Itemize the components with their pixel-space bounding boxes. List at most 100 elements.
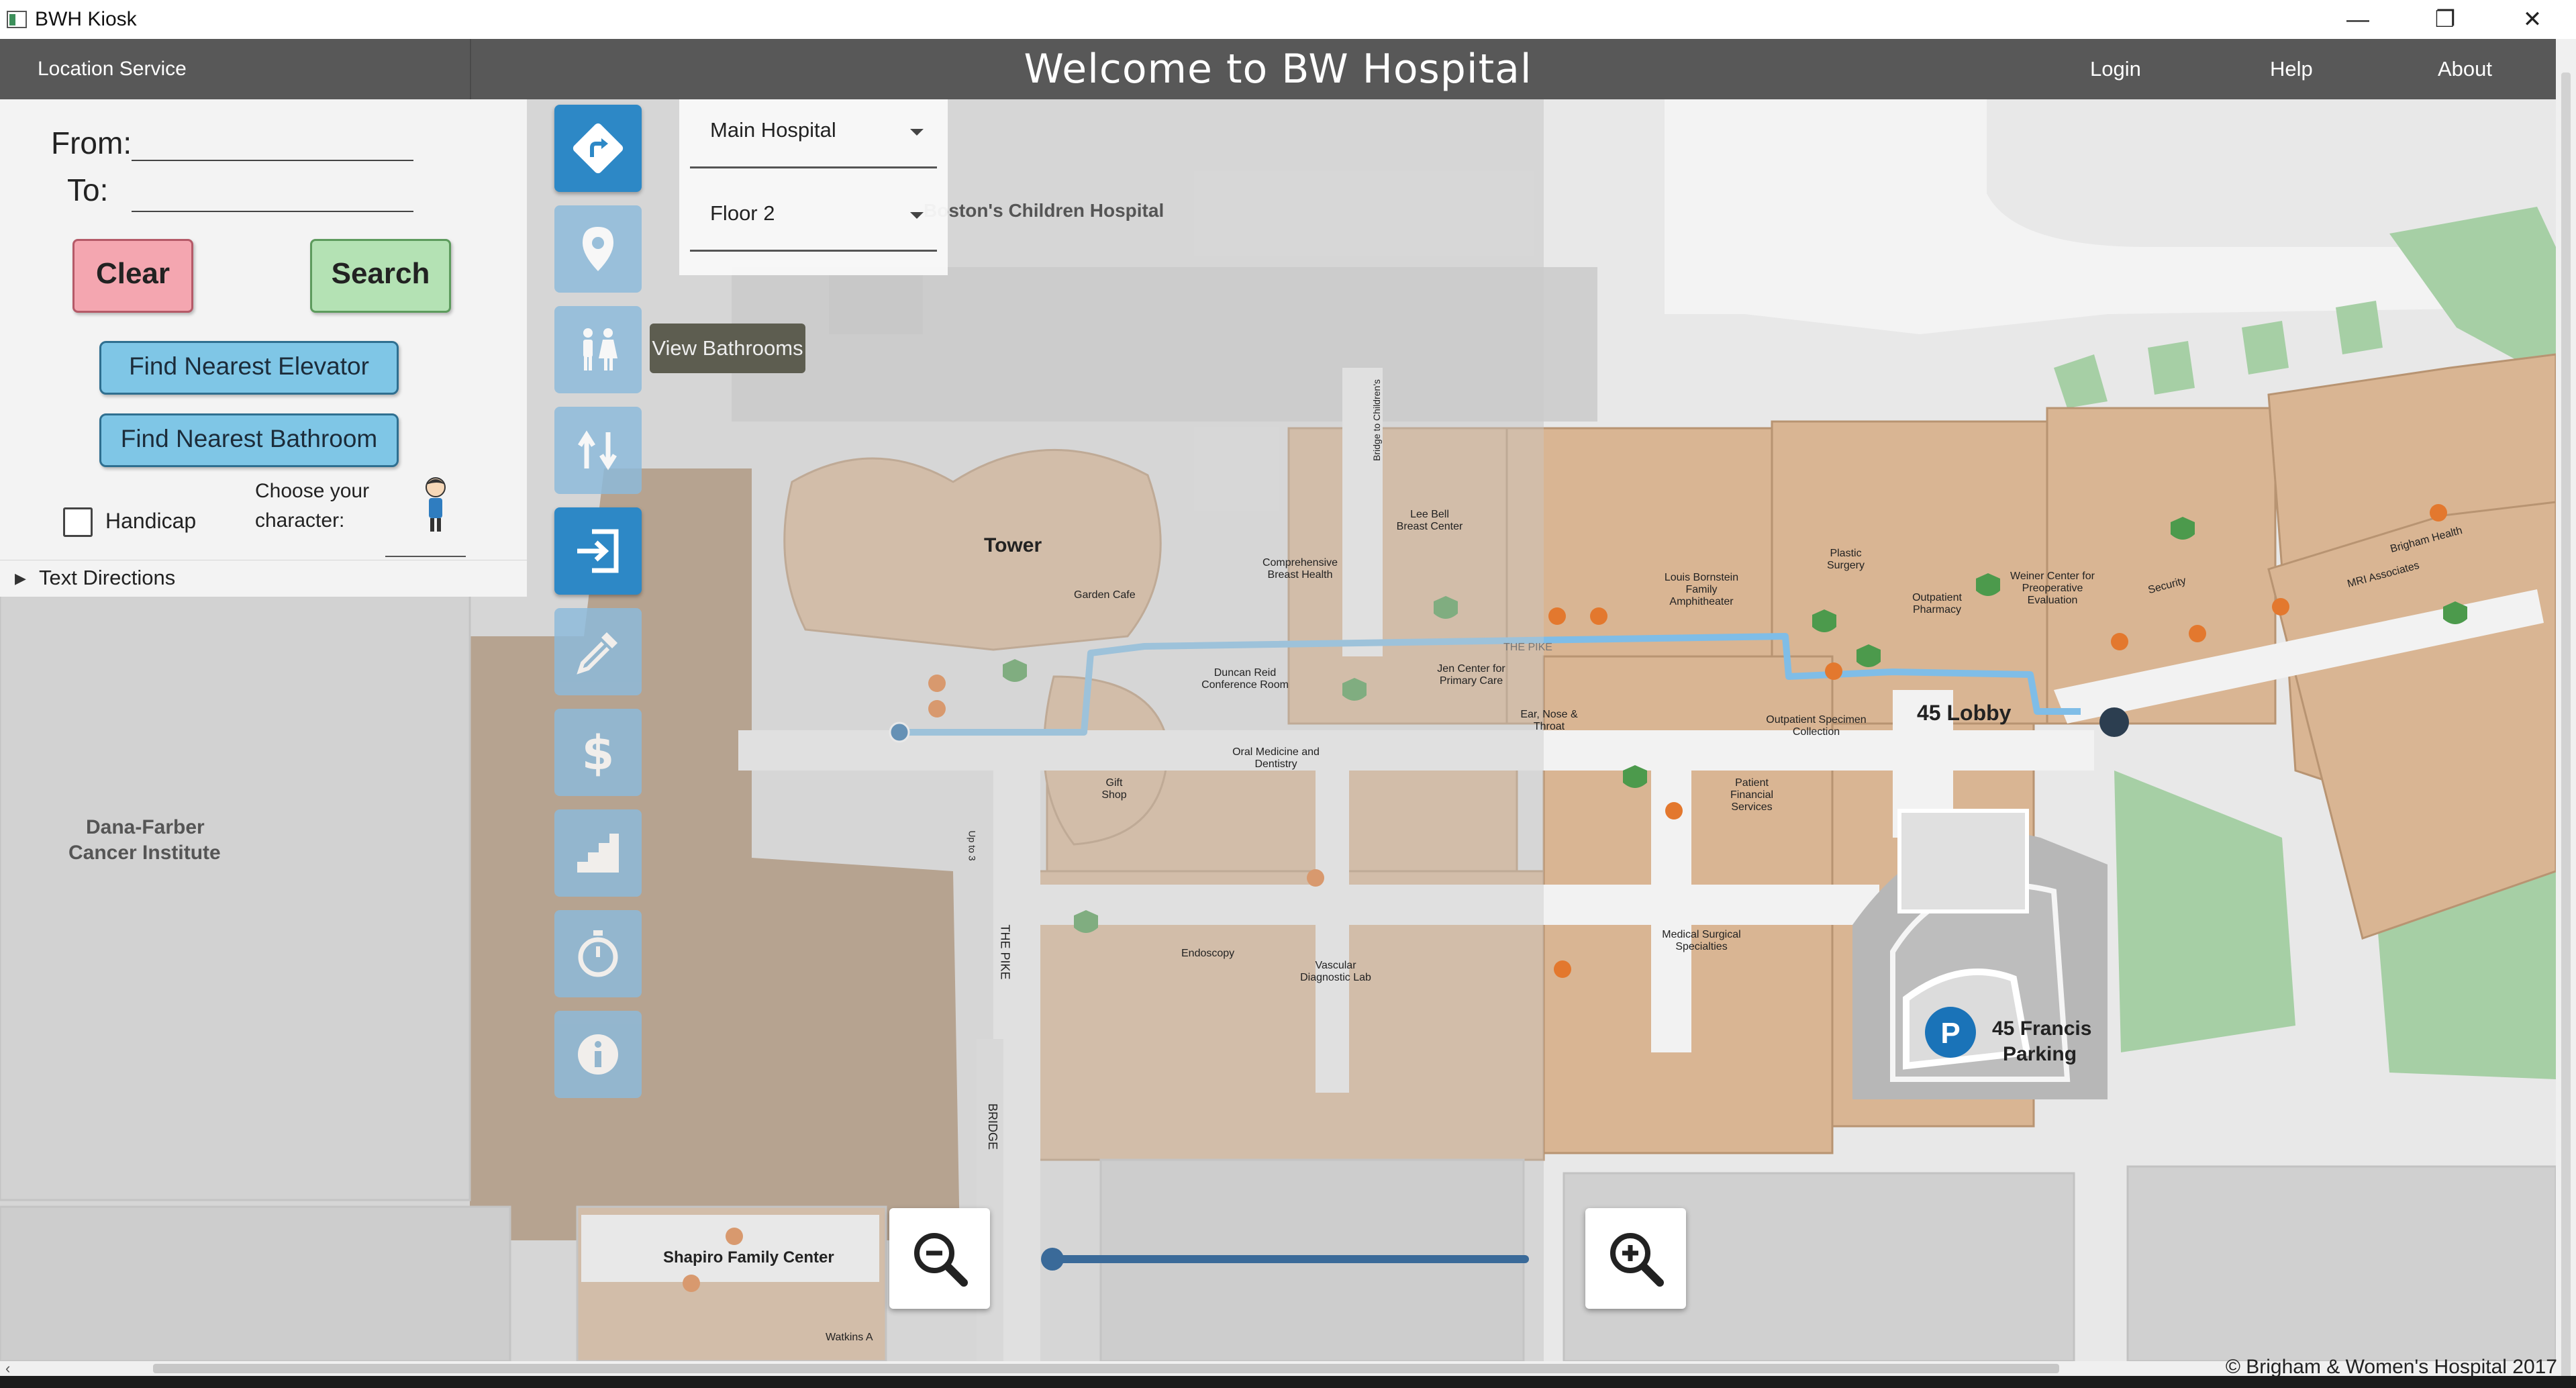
map-label: Parking [2003,1043,2077,1065]
about-link[interactable]: About [2438,39,2492,99]
map-label: Cancer Institute [68,842,221,864]
map-label: Louis Bornstein Family Amphitheater [1664,572,1739,607]
info-icon [578,1034,618,1075]
welcome-title: Welcome to BW Hospital [1024,46,1532,93]
character-avatar-icon[interactable] [417,475,454,537]
map-label: Medical Surgical Specialties [1662,929,1741,952]
stopwatch-tool-button[interactable] [554,910,642,997]
eyedropper-icon [577,632,617,675]
map-label: Tower [984,534,1042,556]
svg-text:P: P [1940,1017,1960,1050]
enter-icon [577,529,619,573]
chevron-down-icon [910,212,924,219]
header-divider [470,39,471,99]
map-label: Watkins A [826,1332,873,1343]
search-button[interactable]: Search [310,239,451,313]
elevator-icon [578,430,617,470]
map-label: Weiner Center for Preoperative Evaluatio… [2010,571,2095,606]
scroll-left-icon[interactable]: ‹ [5,1360,10,1377]
character-select-underline [385,556,466,557]
map-label: THE PIKE [998,924,1012,980]
from-input[interactable] [132,160,413,161]
text-directions-label: Text Directions [39,566,176,589]
handicap-checkbox[interactable] [63,507,93,537]
floor-select[interactable]: Floor 2 [690,183,937,252]
window-title-bar: BWH Kiosk — ❐ ✕ [0,0,2576,40]
map-label: 45 Lobby [1917,701,2012,725]
login-link[interactable]: Login [2090,39,2141,99]
choose-character-line-2: character: [255,509,345,532]
view-bathrooms-tooltip: View Bathrooms [650,324,805,373]
horizontal-scrollbar[interactable]: ‹ [0,1360,2556,1377]
map-label: Jen Center for Primary Care [1437,663,1505,687]
zoom-slider-track[interactable] [1052,1255,1529,1263]
map-label: Duncan Reid Conference Room [1201,667,1289,691]
dollar-icon: $ [582,726,615,781]
map-label: BRIDGE [986,1103,1000,1150]
stairs-tool-button[interactable] [554,809,642,897]
map-label: Ear, Nose & Throat [1520,709,1578,732]
text-directions-toggle[interactable]: ▶ Text Directions [0,560,527,597]
map-label: Up to 3 [967,830,978,861]
restore-button[interactable]: ❐ [2401,0,2489,39]
map-label: Oral Medicine and Dentistry [1232,746,1320,770]
find-nearest-bathroom-button[interactable]: Find Nearest Bathroom [99,413,399,467]
map-label: Lee Bell Breast Center [1396,509,1463,532]
find-nearest-elevator-button[interactable]: Find Nearest Elevator [99,341,399,395]
map-label: Patient Financial Services [1730,777,1774,813]
bathroom-icon [583,328,617,370]
location-service-label: Location Service [38,58,187,80]
map-label: Outpatient Pharmacy [1912,592,1962,615]
copyright-text: © Brigham & Women's Hospital 2017 [2225,1356,2557,1378]
vertical-scrollbar[interactable] [2556,39,2576,1381]
close-button[interactable]: ✕ [2489,0,2576,39]
zoom-slider-thumb[interactable] [1041,1248,1064,1271]
eyedropper-tool-button[interactable] [554,608,642,695]
to-input[interactable] [132,211,413,212]
horizontal-scroll-thumb[interactable] [153,1364,2059,1373]
bathroom-tool-button[interactable] [554,306,642,393]
window-title: BWH Kiosk [35,8,137,30]
enter-tool-button[interactable] [554,507,642,595]
help-link[interactable]: Help [2270,39,2313,99]
map-label: Vascular Diagnostic Lab [1300,960,1371,983]
app-icon [7,11,27,28]
expand-arrow-icon: ▶ [15,570,26,587]
stopwatch-icon [578,930,618,977]
map-label: Comprehensive Breast Health [1262,557,1338,581]
zoom-out-button[interactable] [889,1208,990,1309]
minimize-button[interactable]: — [2314,0,2401,39]
map-label: Dana-Farber [86,816,205,838]
map-label: Outpatient Specimen Collection [1766,714,1867,738]
map-label: Endoscopy [1181,948,1235,959]
zoom-in-icon [1610,1233,1664,1287]
map-label: Bridge to Children's [1371,379,1382,461]
building-select-value: Main Hospital [710,118,836,142]
clear-button[interactable]: Clear [72,239,193,313]
info-tool-button[interactable] [554,1011,642,1098]
zoom-in-button[interactable] [1585,1208,1686,1309]
map-label: THE PIKE [1503,642,1552,653]
svg-text:$: $ [582,726,615,781]
directions-panel: From: To: Clear Search Find Nearest Elev… [0,99,528,597]
dollar-tool-button[interactable]: $ [554,709,642,796]
app-header: Location Service Welcome to BW Hospital … [0,39,2556,99]
zoom-out-icon [914,1233,968,1287]
directions-tool-button[interactable] [554,105,642,192]
to-label: To: [67,172,109,207]
building-select[interactable]: Main Hospital [690,99,937,168]
directions-icon [573,123,624,174]
map-label: Shapiro Family Center [663,1248,834,1267]
vertical-scroll-thumb[interactable] [2561,72,2571,1381]
map-label: Garden Cafe [1074,589,1136,601]
location-pin-icon [583,227,613,271]
elevator-tool-button[interactable] [554,407,642,494]
from-label: From: [51,126,132,160]
taskbar-edge [0,1376,2576,1388]
stairs-icon [577,834,619,873]
map-label: Plastic Surgery [1826,548,1865,571]
floor-select-value: Floor 2 [710,201,775,225]
map-label: Boston's Children Hospital [924,200,1165,221]
location-tool-button[interactable] [554,205,642,293]
map-label: Gift Shop [1101,777,1127,801]
